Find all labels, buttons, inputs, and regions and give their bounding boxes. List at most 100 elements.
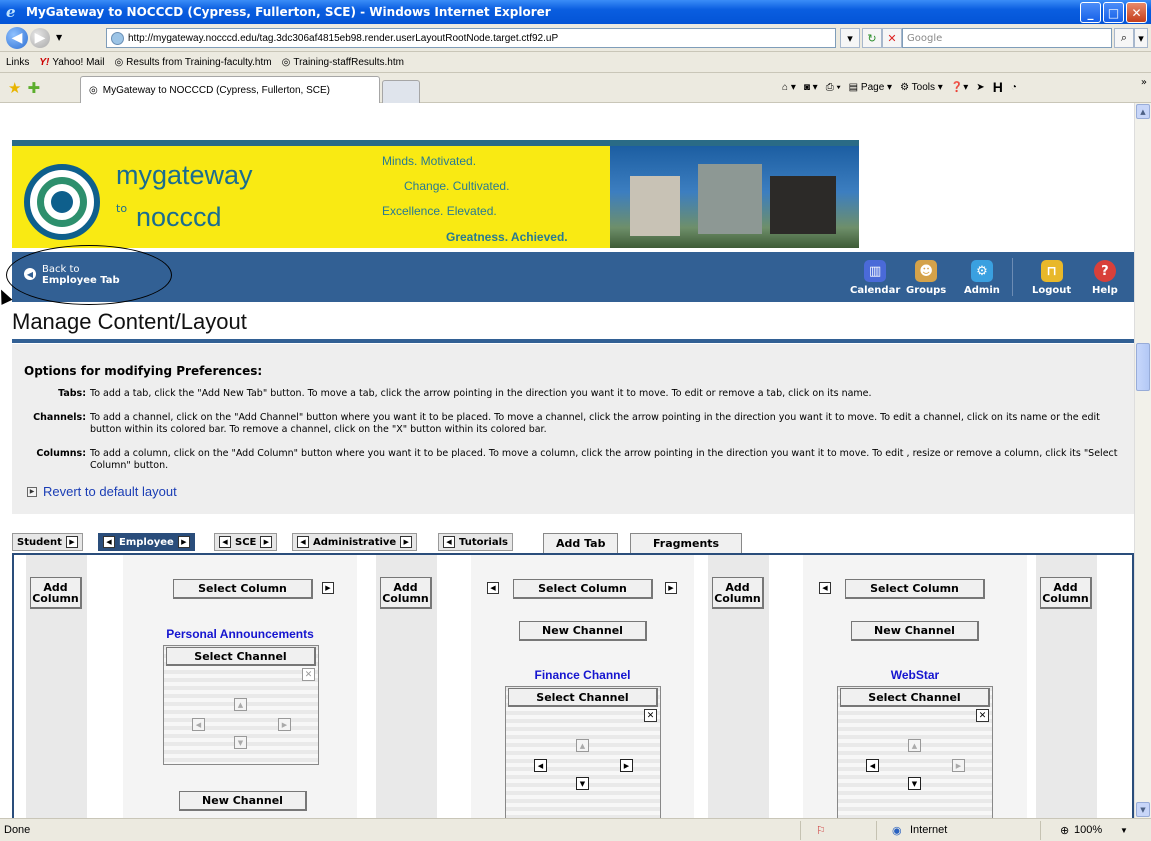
remove-channel-icon[interactable]: ✕ bbox=[644, 709, 657, 722]
select-column-button[interactable]: Select Column bbox=[173, 579, 313, 599]
forward-button[interactable]: ▶ bbox=[30, 27, 50, 48]
feeds-icon[interactable]: ◙ ▾ bbox=[804, 82, 818, 93]
scroll-thumb[interactable] bbox=[1136, 343, 1150, 391]
search-input[interactable]: Google bbox=[902, 28, 1112, 48]
new-channel-button[interactable]: New Channel bbox=[179, 791, 307, 811]
move-left-icon[interactable]: ◀ bbox=[103, 536, 115, 548]
move-right-icon[interactable]: ▶ bbox=[665, 582, 677, 594]
nav-divider bbox=[1012, 258, 1013, 296]
move-right-icon[interactable]: ▶ bbox=[620, 759, 633, 772]
select-channel-button[interactable]: Select Channel bbox=[166, 647, 316, 666]
add-column-button[interactable]: Add Column bbox=[380, 577, 432, 609]
browser-window: e MyGateway to NOCCCD (Cypress, Fullerto… bbox=[0, 0, 1151, 841]
url-dropdown-button[interactable]: ▾ bbox=[840, 28, 860, 48]
channel-title-finance-channel[interactable]: Finance Channel bbox=[471, 668, 694, 682]
add-column-button[interactable]: Add Column bbox=[1040, 577, 1092, 609]
tab-student[interactable]: Student ▶ bbox=[12, 533, 83, 551]
security-icon: ⚐ bbox=[816, 824, 826, 837]
tab-administrative[interactable]: ◀ Administrative ▶ bbox=[292, 533, 418, 551]
search-options-icon[interactable]: ▾ bbox=[1134, 28, 1148, 48]
maximize-button[interactable]: □ bbox=[1103, 2, 1124, 23]
minimize-button[interactable]: _ bbox=[1080, 2, 1101, 23]
new-channel-button[interactable]: New Channel bbox=[851, 621, 979, 641]
groups-button[interactable]: ☻ Groups bbox=[906, 260, 946, 296]
move-right-icon[interactable]: ▶ bbox=[400, 536, 413, 548]
channel-title-personal-announcements[interactable]: Personal Announcements bbox=[123, 627, 357, 641]
toolbar-extra-icon[interactable]: ◔ bbox=[1011, 82, 1017, 93]
new-tab-button[interactable] bbox=[382, 80, 420, 103]
move-left-icon[interactable]: ◀ bbox=[297, 536, 309, 548]
move-right-icon[interactable]: ▶ bbox=[65, 536, 78, 548]
move-left-icon[interactable]: ◀ bbox=[819, 582, 831, 594]
help-button[interactable]: ? Help bbox=[1092, 260, 1118, 296]
url-field[interactable]: http://mygateway.nocccd.edu/tag.3dc306af… bbox=[106, 28, 836, 48]
vertical-scrollbar[interactable]: ▲ ▼ bbox=[1134, 103, 1151, 818]
add-column-slot: Add Column bbox=[376, 555, 437, 818]
move-left-icon[interactable]: ◀ bbox=[487, 582, 499, 594]
link-yahoo-mail[interactable]: Y! Yahoo! Mail bbox=[39, 57, 104, 68]
add-column-button[interactable]: Add Column bbox=[712, 577, 764, 609]
tools-menu[interactable]: ⚙ Tools ▾ bbox=[900, 82, 943, 93]
add-column-slot: Add Column bbox=[26, 555, 87, 818]
select-column-button[interactable]: Select Column bbox=[513, 579, 653, 599]
stop-button[interactable]: ✕ bbox=[882, 28, 902, 48]
home-icon[interactable]: ⌂ ▾ bbox=[782, 82, 796, 93]
logout-button[interactable]: ⊓ Logout bbox=[1032, 260, 1071, 296]
move-down-icon[interactable]: ▼ bbox=[576, 777, 589, 790]
move-left-icon[interactable]: ◀ bbox=[443, 536, 455, 548]
add-column-button[interactable]: Add Column bbox=[30, 577, 82, 609]
search-icon[interactable]: ⌕ bbox=[1114, 28, 1134, 48]
add-favorite-icon[interactable]: ✚ bbox=[27, 79, 40, 97]
move-down-icon[interactable]: ▼ bbox=[908, 777, 921, 790]
select-channel-button[interactable]: Select Channel bbox=[508, 688, 658, 707]
toolbar-h-icon[interactable]: H bbox=[993, 79, 1003, 95]
page-title: Manage Content/Layout bbox=[12, 309, 247, 334]
link-training-faculty[interactable]: ◎ Results from Training-faculty.htm bbox=[114, 57, 271, 68]
move-left-icon[interactable]: ◀ bbox=[534, 759, 547, 772]
tab-sce[interactable]: ◀ SCE ▶ bbox=[214, 533, 278, 551]
tab-tutorials[interactable]: ◀ Tutorials bbox=[438, 533, 513, 551]
admin-gear-icon: ⚙ bbox=[970, 260, 993, 282]
revert-default-layout-link[interactable]: ▶ Revert to default layout bbox=[27, 484, 177, 499]
channel-title-webstar[interactable]: WebStar bbox=[803, 668, 1027, 682]
favorites-star-icon[interactable]: ★ bbox=[8, 79, 21, 97]
calendar-button[interactable]: ▥ Calendar bbox=[850, 260, 900, 296]
scroll-down-icon[interactable]: ▼ bbox=[1136, 802, 1150, 817]
link-training-staff[interactable]: ◎ Training-staffResults.htm bbox=[282, 57, 404, 68]
research-icon[interactable]: ➤ bbox=[976, 82, 984, 93]
select-channel-button[interactable]: Select Channel bbox=[840, 688, 990, 707]
tab-employee[interactable]: ◀ Employee ▶ bbox=[98, 533, 195, 551]
fragments-button[interactable]: Fragments bbox=[630, 533, 743, 553]
scroll-up-icon[interactable]: ▲ bbox=[1136, 104, 1150, 119]
select-column-button[interactable]: Select Column bbox=[845, 579, 985, 599]
chevron-more-icon[interactable]: » bbox=[1141, 77, 1147, 88]
annotation-oval bbox=[6, 245, 172, 305]
channel-box: Select Channel ✕ ▲ ◀ ▶ ▼ bbox=[505, 686, 661, 818]
admin-button[interactable]: ⚙ Admin bbox=[964, 260, 1000, 296]
remove-channel-icon[interactable]: ✕ bbox=[976, 709, 989, 722]
help-icon[interactable]: ❓▾ bbox=[951, 82, 968, 93]
move-left-icon[interactable]: ◀ bbox=[219, 536, 231, 548]
move-left-icon[interactable]: ◀ bbox=[866, 759, 879, 772]
zoom-dropdown-icon[interactable]: ▼ bbox=[1120, 826, 1128, 835]
move-right-icon[interactable]: ▶ bbox=[322, 582, 334, 594]
refresh-button[interactable]: ↻ bbox=[862, 28, 882, 48]
zoom-icon[interactable]: ⊕ bbox=[1060, 824, 1069, 837]
back-button[interactable]: ◀ bbox=[6, 26, 28, 49]
channel-box: Select Channel ✕ ▲ ◀ ▶ ▼ bbox=[163, 645, 319, 765]
new-channel-button[interactable]: New Channel bbox=[519, 621, 647, 641]
page-menu[interactable]: ▤ Page ▾ bbox=[849, 82, 892, 93]
move-right-icon[interactable]: ▶ bbox=[177, 536, 190, 548]
add-tab-button[interactable]: Add Tab bbox=[543, 533, 619, 553]
history-dropdown-icon[interactable]: ▼ bbox=[56, 33, 62, 42]
browser-tab[interactable]: ◎ MyGateway to NOCCCD (Cypress, Fullerton… bbox=[80, 76, 380, 103]
slogan-1: Minds. Motivated. bbox=[382, 154, 477, 168]
options-heading: Options for modifying Preferences: bbox=[24, 364, 263, 378]
links-bar: Links Y! Yahoo! Mail ◎ Results from Traini… bbox=[0, 52, 1151, 73]
move-right-icon[interactable]: ▶ bbox=[260, 536, 273, 548]
print-icon[interactable]: ⎙ ▾ bbox=[826, 82, 841, 93]
remove-channel-icon[interactable]: ✕ bbox=[302, 668, 315, 681]
close-button[interactable]: ✕ bbox=[1126, 2, 1147, 23]
zoom-level[interactable]: 100% bbox=[1074, 824, 1102, 836]
calendar-icon: ▥ bbox=[864, 260, 887, 282]
